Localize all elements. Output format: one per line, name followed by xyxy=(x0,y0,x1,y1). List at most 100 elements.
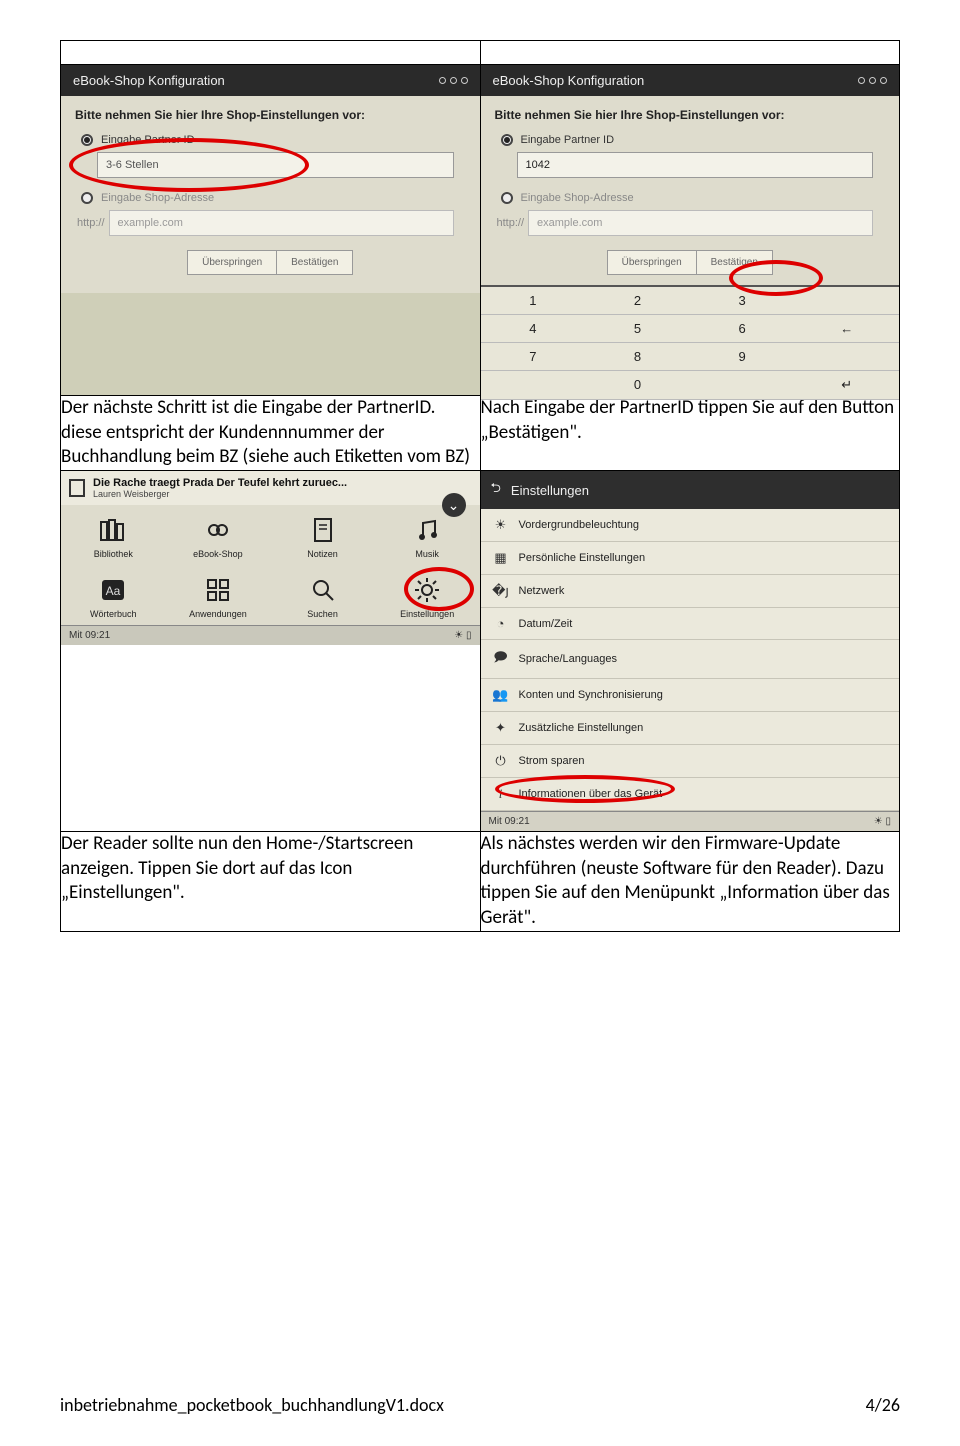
gear-icon xyxy=(379,575,476,605)
option-shop-address-label: Eingabe Shop-Adresse xyxy=(521,192,634,204)
config-title: eBook-Shop Konfiguration xyxy=(73,73,225,88)
shop-url-input[interactable]: example.com xyxy=(528,210,873,236)
home-item-suchen[interactable]: Suchen xyxy=(270,565,375,625)
settings-item-label: Vordergrundbeleuchtung xyxy=(519,519,639,531)
numeric-keypad: 1 2 3 4 5 6 ← 7 8 9 0 ↵ xyxy=(481,285,900,400)
footer-page: 4/26 xyxy=(866,1394,900,1416)
radio-checked-icon xyxy=(501,134,513,146)
light-icon: ☀ xyxy=(493,517,509,533)
option-partner-id[interactable]: Eingabe Partner ID xyxy=(81,134,466,146)
key-blank xyxy=(481,371,586,400)
settings-item-strom[interactable]: ⏻ Strom sparen xyxy=(481,745,900,778)
home-item-woerterbuch[interactable]: Aa Wörterbuch xyxy=(61,565,166,625)
key[interactable]: 0 xyxy=(585,371,690,400)
screenshot-partnerid-filled: eBook-Shop Konfiguration Bitte nehmen Si… xyxy=(481,65,900,395)
back-icon[interactable]: ⮌ xyxy=(491,479,501,501)
page-footer: inbetriebnahme_pocketbook_buchhandlungV1… xyxy=(60,1394,900,1416)
network-icon: �յ xyxy=(493,583,509,599)
svg-text:Aa: Aa xyxy=(106,584,121,598)
clock-icon: ◔ xyxy=(493,616,509,631)
accounts-icon: 👥 xyxy=(493,687,509,703)
radio-checked-icon xyxy=(81,134,93,146)
key[interactable]: 9 xyxy=(690,343,795,371)
shop-icon xyxy=(170,515,267,545)
home-label: Notizen xyxy=(274,549,371,559)
key[interactable]: 7 xyxy=(481,343,586,371)
confirm-button[interactable]: Bestätigen xyxy=(697,250,773,275)
home-label: Anwendungen xyxy=(170,609,267,619)
home-label: Wörterbuch xyxy=(65,609,162,619)
current-book-bar[interactable]: Die Rache traegt Prada Der Teufel kehrt … xyxy=(61,471,480,505)
settings-item-label: Persönliche Einstellungen xyxy=(519,552,646,564)
home-item-notizen[interactable]: Notizen xyxy=(270,505,375,565)
status-icons: ☀ ▯ xyxy=(874,816,891,827)
home-item-musik[interactable]: Musik xyxy=(375,505,480,565)
option-shop-address[interactable]: Eingabe Shop-Adresse xyxy=(81,192,466,204)
key-enter[interactable]: ↵ xyxy=(794,371,899,400)
settings-item-info[interactable]: iInformationen über das Gerät xyxy=(481,778,900,811)
footer-filename: inbetriebnahme_pocketbook_buchhandlungV1… xyxy=(60,1394,444,1416)
confirm-button[interactable]: Bestätigen xyxy=(277,250,353,275)
settings-item-netzwerk[interactable]: �յNetzwerk xyxy=(481,575,900,608)
settings-item-konten[interactable]: 👥Konten und Synchronisierung xyxy=(481,679,900,712)
settings-item-zusaetzlich[interactable]: ✦ Zusätzliche Einstellungen xyxy=(481,712,900,745)
power-icon: ⏻ xyxy=(493,753,509,769)
shop-url-input[interactable]: example.com xyxy=(109,210,454,236)
chevron-down-icon[interactable]: ⌄ xyxy=(442,493,466,517)
key[interactable]: 6 xyxy=(690,315,795,343)
apps-icon xyxy=(170,575,267,605)
settings-list: ☀ Vordergrundbeleuchtung ▦Persönliche Ein… xyxy=(481,509,900,811)
settings-item-label: Informationen über das Gerät xyxy=(519,788,663,800)
key-blank xyxy=(690,371,795,400)
key[interactable]: 3 xyxy=(690,287,795,315)
settings-item-label: Strom sparen xyxy=(519,755,585,767)
option-partner-id[interactable]: Eingabe Partner ID xyxy=(501,134,886,146)
home-item-einstellungen[interactable]: Einstellungen xyxy=(375,565,480,625)
radio-unchecked-icon xyxy=(501,192,513,204)
config-instructions: Bitte nehmen Sie hier Ihre Shop-Einstell… xyxy=(75,108,466,122)
key[interactable]: 2 xyxy=(585,287,690,315)
url-protocol: http:// xyxy=(77,217,105,229)
notes-icon xyxy=(274,515,371,545)
option-shop-address[interactable]: Eingabe Shop-Adresse xyxy=(501,192,886,204)
home-item-anwendungen[interactable]: Anwendungen xyxy=(166,565,271,625)
shop-url-row: http:// example.com xyxy=(77,210,454,236)
settings-item-label: Zusätzliche Einstellungen xyxy=(519,722,644,734)
key-blank xyxy=(794,287,899,315)
status-time: Mit 09:21 xyxy=(69,630,110,641)
status-bar: Mit 09:21 ☀ ▯ xyxy=(481,811,900,831)
key[interactable]: 8 xyxy=(585,343,690,371)
settings-item-persoenlich[interactable]: ▦Persönliche Einstellungen xyxy=(481,542,900,575)
partner-id-input[interactable]: 1042 xyxy=(517,152,874,178)
option-partner-id-label: Eingabe Partner ID xyxy=(101,134,195,146)
caption-confirm: Nach Eingabe der PartnerID tippen Sie au… xyxy=(480,396,900,471)
book-title: Die Rache traegt Prada Der Teufel kehrt … xyxy=(93,477,472,489)
extra-icon: ✦ xyxy=(493,720,509,736)
titlebar-dots-icon xyxy=(858,77,887,84)
settings-item-label: Datum/Zeit xyxy=(519,618,573,630)
settings-item-sprache[interactable]: 🗩 Sprache/Languages xyxy=(481,640,900,679)
status-time: Mit 09:21 xyxy=(489,816,530,827)
status-icons: ☀ ▯ xyxy=(454,630,471,641)
language-icon: 🗩 xyxy=(493,648,509,670)
key[interactable]: 5 xyxy=(585,315,690,343)
partner-id-input[interactable]: 3-6 Stellen xyxy=(97,152,454,178)
key[interactable]: 1 xyxy=(481,287,586,315)
home-item-ebookshop[interactable]: eBook-Shop xyxy=(166,505,271,565)
shop-url-row: http:// example.com xyxy=(497,210,874,236)
skip-button[interactable]: Überspringen xyxy=(187,250,277,275)
skip-button[interactable]: Überspringen xyxy=(607,250,697,275)
key[interactable]: 4 xyxy=(481,315,586,343)
settings-item-beleuchtung[interactable]: ☀ Vordergrundbeleuchtung xyxy=(481,509,900,542)
titlebar-dots-icon xyxy=(439,77,468,84)
key-backspace[interactable]: ← xyxy=(794,315,899,343)
home-item-bibliothek[interactable]: Bibliothek xyxy=(61,505,166,565)
settings-item-label: Sprache/Languages xyxy=(519,653,617,665)
url-protocol: http:// xyxy=(497,217,525,229)
settings-title: Einstellungen xyxy=(511,483,589,498)
screenshot-partnerid-empty: eBook-Shop Konfiguration Bitte nehmen Si… xyxy=(61,65,480,395)
settings-titlebar: ⮌ Einstellungen xyxy=(481,471,900,509)
settings-item-datum[interactable]: ◔ Datum/Zeit xyxy=(481,608,900,640)
home-label: Suchen xyxy=(274,609,371,619)
book-author: Lauren Weisberger xyxy=(93,489,472,499)
